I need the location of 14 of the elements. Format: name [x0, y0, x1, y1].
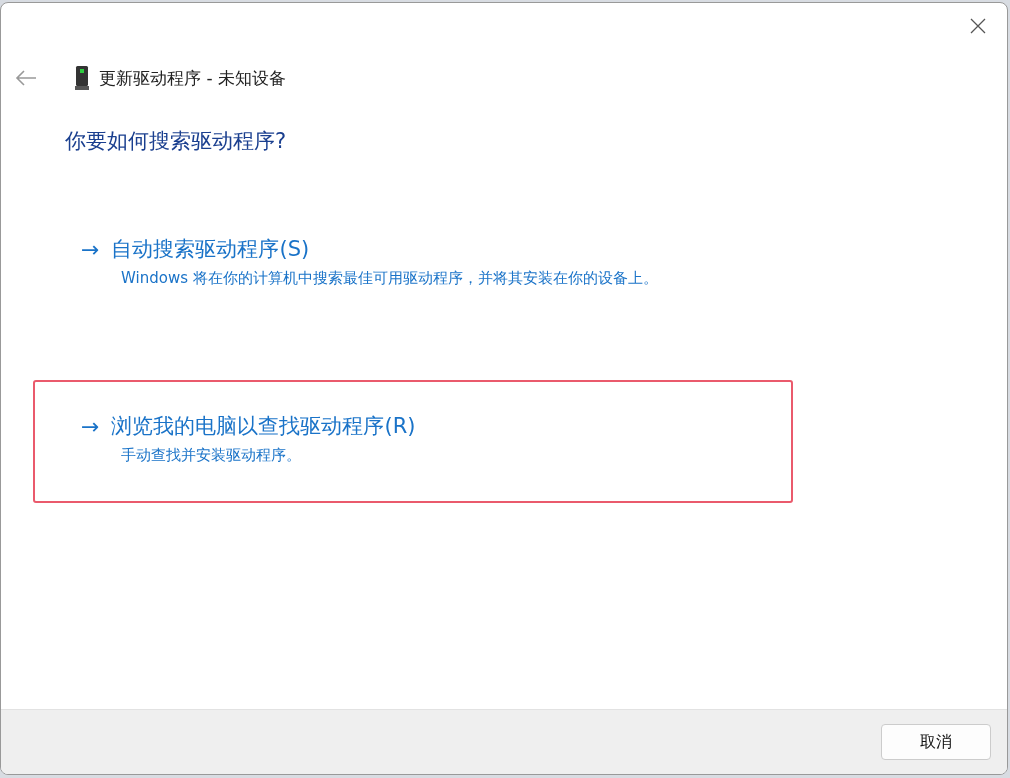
highlighted-option[interactable]: → 浏览我的电脑以查找驱动程序(R) 手动查找并安装驱动程序。 — [33, 380, 793, 503]
back-arrow-icon[interactable] — [15, 70, 37, 86]
option-description: Windows 将在你的计算机中搜索最佳可用驱动程序，并将其安装在你的设备上。 — [121, 269, 659, 288]
option-title: 自动搜索驱动程序(S) — [111, 236, 310, 263]
close-icon[interactable] — [970, 18, 986, 34]
option-link[interactable]: → 自动搜索驱动程序(S) Windows 将在你的计算机中搜索最佳可用驱动程序，并将其安装在你的设备上。 — [33, 217, 793, 306]
arrow-glyph: → — [81, 236, 100, 262]
device-icon — [75, 66, 89, 90]
cancel-button[interactable]: 取消 — [881, 724, 991, 760]
dialog-heading: 你要如何搜索驱动程序? — [65, 128, 288, 155]
option-description: 手动查找并安装驱动程序。 — [121, 446, 302, 465]
window-title: 更新驱动程序 - 未知设备 — [99, 66, 286, 90]
arrow-glyph: → — [81, 413, 100, 439]
option-title: 浏览我的电脑以查找驱动程序(R) — [111, 413, 416, 440]
